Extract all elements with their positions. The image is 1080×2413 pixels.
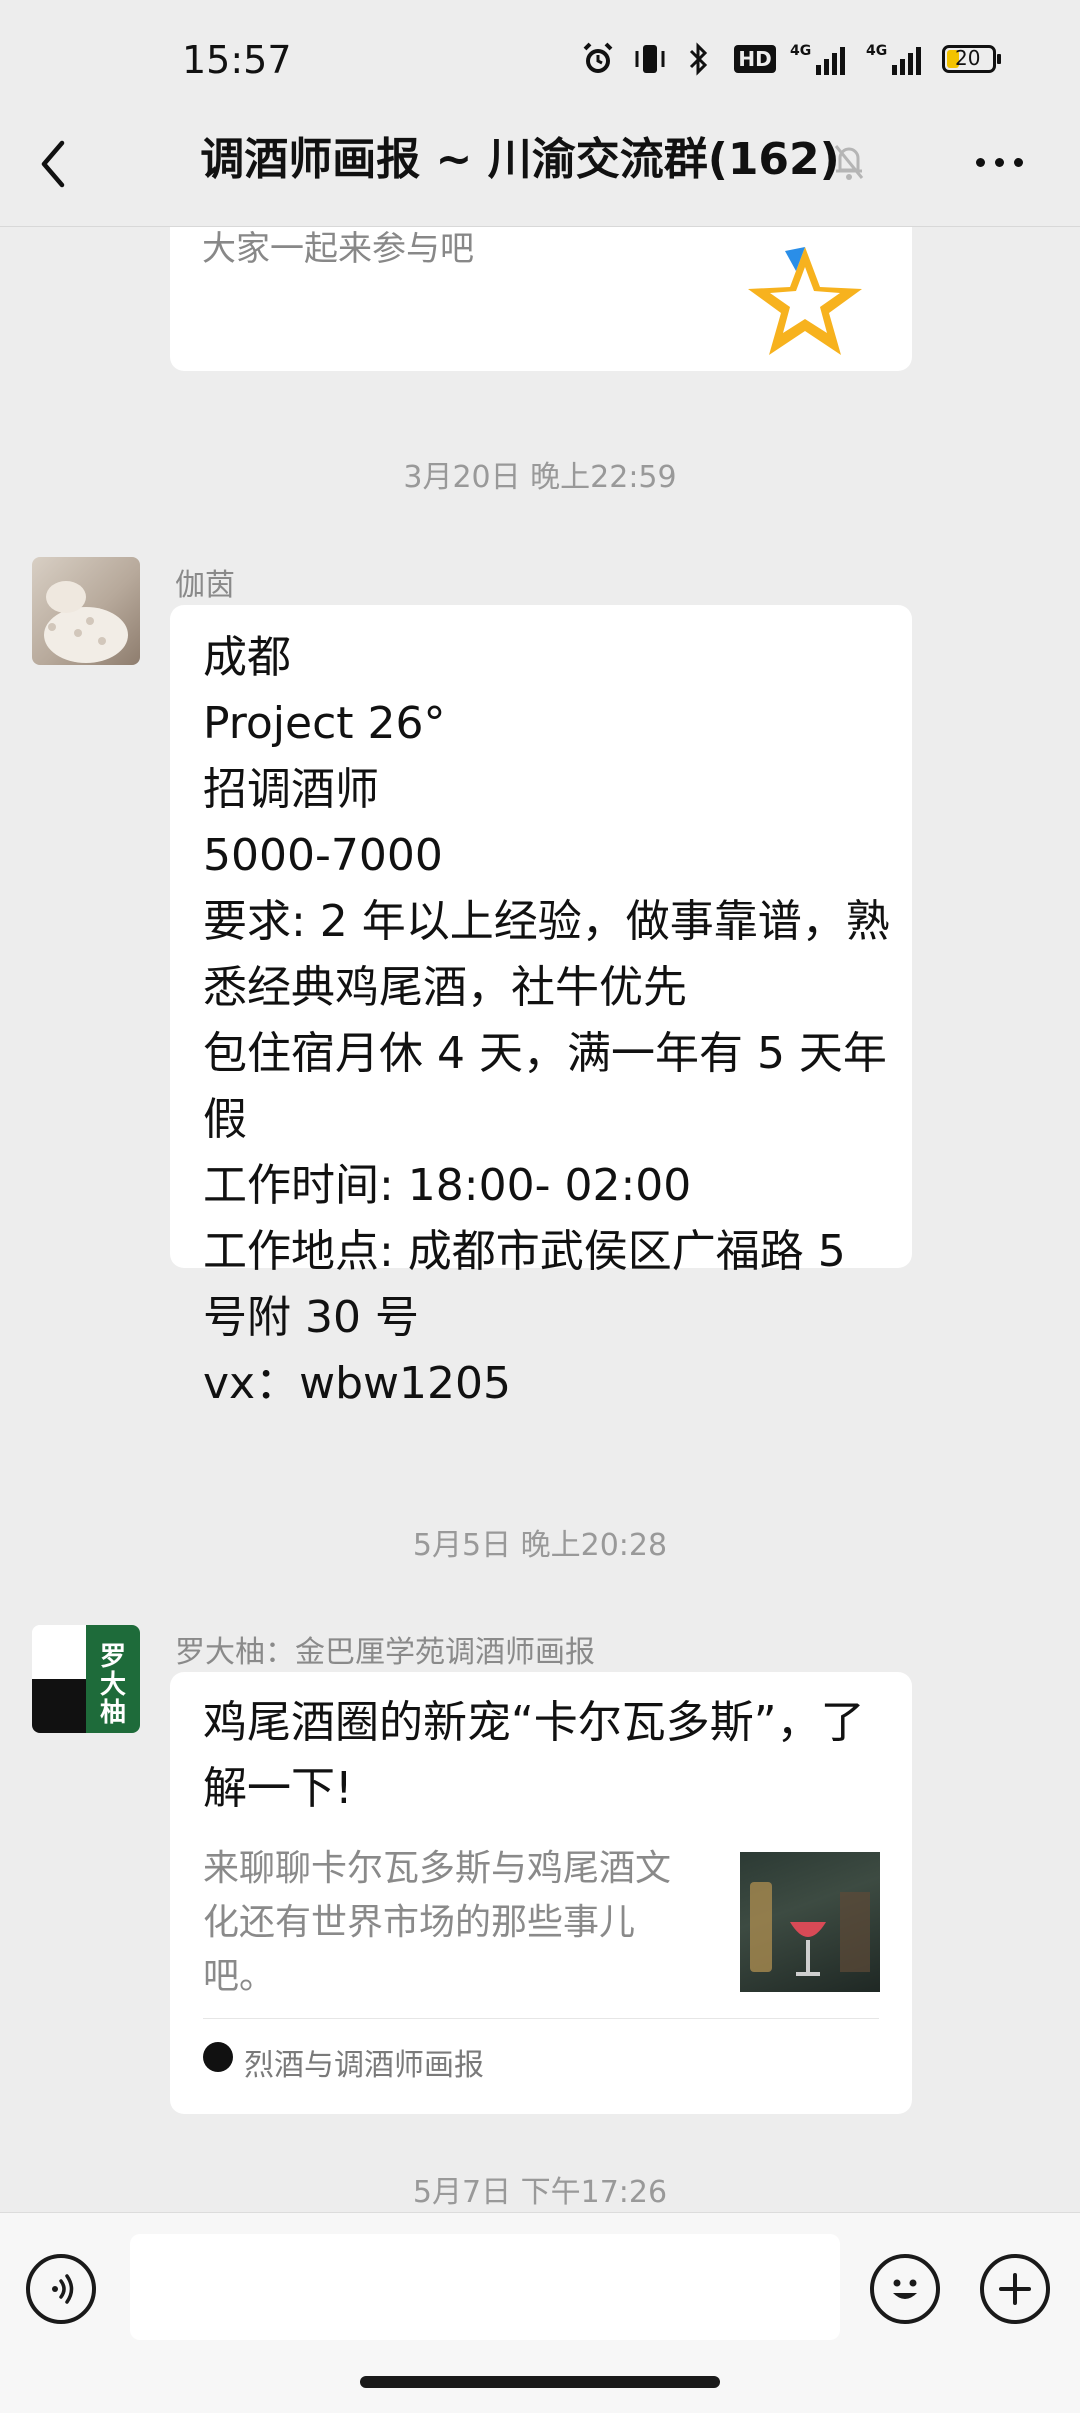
emoji-icon — [893, 2279, 917, 2299]
svg-text:4G: 4G — [790, 43, 811, 59]
chevron-left-icon — [41, 140, 65, 188]
add-button[interactable] — [980, 2254, 1050, 2324]
voice-button[interactable] — [26, 2254, 96, 2324]
article-card[interactable]: 鸡尾酒圈的新宠“卡尔瓦多斯”，了 解一下! 来聊聊卡尔瓦多斯与鸡尾酒文 化还有世… — [170, 1672, 912, 2114]
message-text: 成都 Project 26° 招调酒师 5000-7000 要求: 2 年以上经… — [203, 625, 890, 1417]
back-button[interactable] — [38, 134, 88, 194]
home-indicator — [360, 2376, 720, 2388]
4g-signal-icon: 4G — [866, 38, 926, 80]
message-line: 5000-7000 — [203, 830, 443, 881]
avatar[interactable]: 罗大柚 — [32, 1625, 140, 1733]
timestamp: 3月20日 晚上22:59 — [403, 460, 677, 495]
sender-name: 罗大柚：金巴厘学苑调酒师画报 — [175, 1635, 595, 1670]
article-description-line: 化还有世界市场的那些事儿 — [203, 1902, 636, 1943]
sender-name: 伽茵 — [175, 568, 235, 603]
hd-icon: HD — [732, 38, 778, 80]
message-line: 招调酒师 — [203, 764, 379, 815]
article-title-line: 鸡尾酒圈的新宠“卡尔瓦多斯”，了 — [203, 1697, 865, 1748]
article-description: 来聊聊卡尔瓦多斯与鸡尾酒文 化还有世界市场的那些事儿 吧。 — [203, 1842, 703, 2004]
message-line: 成都 — [203, 632, 291, 683]
article-source: 烈酒与调酒师画报 — [244, 2048, 484, 2083]
bell-muted-icon — [830, 140, 870, 184]
avatar[interactable] — [32, 557, 140, 665]
plus-icon — [999, 2273, 1031, 2305]
battery-icon: 20 — [938, 38, 1001, 80]
message-line: vx：wbw1205 — [203, 1358, 511, 1409]
message-input[interactable] — [130, 2234, 840, 2340]
alarm-icon — [578, 38, 618, 80]
more-icon — [976, 157, 1023, 167]
message-line: 要求: 2 年以上经验，做事靠谱，熟 — [203, 896, 890, 947]
shared-card-message[interactable]: 大家一起来参与吧 — [170, 227, 912, 371]
battery-level: 20 — [955, 46, 981, 70]
status-time: 15:57 — [182, 38, 292, 82]
card-description: 大家一起来参与吧 — [202, 229, 474, 269]
avatar-text: 罗大柚 — [99, 1642, 126, 1728]
star-icon — [740, 241, 870, 361]
text-message[interactable]: 成都 Project 26° 招调酒师 5000-7000 要求: 2 年以上经… — [170, 605, 912, 1409]
message-line: 悉经典鸡尾酒，社牛优先 — [203, 962, 687, 1013]
divider — [203, 2018, 879, 2019]
svg-text:4G: 4G — [866, 43, 887, 59]
message-line: 包住宿月休 4 天，满一年有 5 天年 — [203, 1028, 887, 1079]
article-description-line: 来聊聊卡尔瓦多斯与鸡尾酒文 — [203, 1848, 672, 1889]
timestamp: 5月5日 晚上20:28 — [412, 1528, 668, 1563]
bluetooth-icon — [680, 38, 716, 80]
message-line: Project 26° — [203, 698, 446, 749]
4g-signal-icon: 4G — [790, 38, 850, 80]
message-line: 号附 30 号 — [203, 1292, 419, 1343]
chat-title[interactable]: 调酒师画报 ~ 川渝交流群(162) — [200, 130, 840, 190]
article-title: 鸡尾酒圈的新宠“卡尔瓦多斯”，了 解一下! — [203, 1690, 865, 1822]
message-line: 工作地点: 成都市武侯区广福路 5 — [203, 1226, 846, 1277]
timestamp: 5月7日 下午17:26 — [412, 2175, 668, 2210]
vibrate-icon — [630, 38, 670, 80]
emoji-button[interactable] — [870, 2254, 940, 2324]
message-list[interactable]: 大家一起来参与吧 3月20日 晚上22:59 伽茵 成都 Project 26°… — [0, 227, 1080, 2212]
article-description-line: 吧。 — [203, 1956, 276, 1997]
voice-icon — [52, 2274, 74, 2304]
source-logo-icon — [203, 2042, 233, 2072]
article-title-line: 解一下! — [203, 1763, 353, 1814]
article-thumbnail — [740, 1852, 880, 1992]
message-line: 工作时间: 18:00- 02:00 — [203, 1160, 692, 1211]
more-button[interactable] — [976, 144, 1032, 180]
message-line: 假 — [203, 1094, 247, 1145]
